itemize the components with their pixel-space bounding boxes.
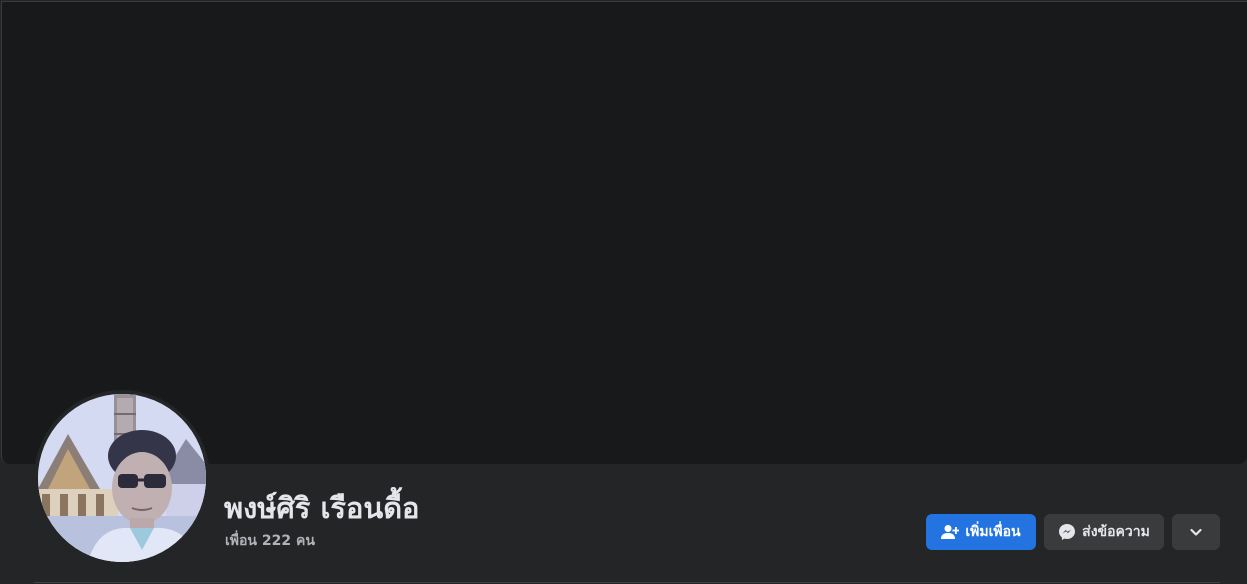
send-message-label: ส่งข้อความ xyxy=(1082,524,1150,540)
header-divider xyxy=(34,582,1220,583)
cover-photo[interactable] xyxy=(1,1,1247,464)
friends-count-link[interactable]: เพื่อน 222 คน xyxy=(225,530,315,552)
add-user-icon xyxy=(941,524,960,540)
profile-page: พงษ์ศิริ เรือนดื้อ เพื่อน 222 คน เพิ่มเพ… xyxy=(0,0,1247,584)
send-message-button[interactable]: ส่งข้อความ xyxy=(1044,514,1164,550)
add-friend-button[interactable]: เพิ่มเพื่อน xyxy=(926,514,1036,550)
messenger-icon xyxy=(1058,523,1076,541)
chevron-down-icon xyxy=(1189,525,1203,539)
profile-photo-image xyxy=(38,394,206,562)
profile-name: พงษ์ศิริ เรือนดื้อ xyxy=(224,491,420,525)
profile-picture[interactable] xyxy=(38,394,206,562)
add-friend-label: เพิ่มเพื่อน xyxy=(965,524,1021,540)
profile-picture-frame[interactable] xyxy=(34,390,210,566)
more-options-button[interactable] xyxy=(1172,514,1220,550)
